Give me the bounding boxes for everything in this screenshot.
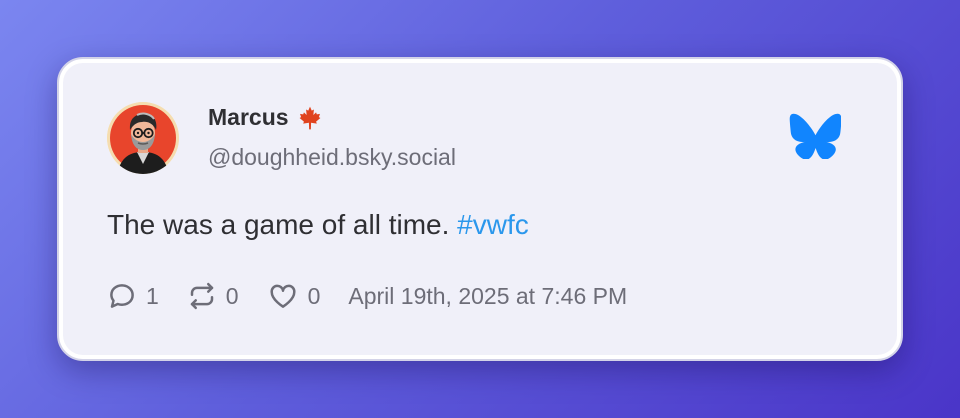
post-footer: 1 0 0 April 19th, 2025 at 7:46 PM	[107, 281, 627, 311]
post-text: The was a game of all time. #vwfc	[107, 209, 529, 241]
avatar-image	[107, 102, 179, 174]
repost-count: 0	[225, 282, 239, 309]
reply-icon	[110, 284, 134, 308]
avatar[interactable]	[107, 102, 179, 174]
repost-icon	[190, 282, 214, 310]
hashtag-link[interactable]: #vwfc	[457, 209, 529, 240]
post-card[interactable]: Marcus @doughheid.bsky.social The was a …	[57, 57, 903, 361]
reply-button[interactable]: 1	[107, 281, 159, 311]
like-count: 0	[307, 282, 321, 309]
author-display-name[interactable]: Marcus	[208, 104, 289, 131]
repost-button[interactable]: 0	[187, 281, 239, 311]
post-timestamp[interactable]: April 19th, 2025 at 7:46 PM	[348, 283, 627, 310]
author-handle[interactable]: @doughheid.bsky.social	[208, 144, 456, 171]
like-button[interactable]: 0	[267, 281, 321, 311]
post-body-text: The was a game of all time.	[107, 209, 450, 240]
heart-icon	[270, 284, 296, 308]
reply-count: 1	[146, 282, 159, 309]
author-name-row[interactable]: Marcus	[208, 104, 323, 131]
bluesky-butterfly-icon[interactable]	[789, 113, 842, 160]
maple-leaf-icon	[297, 105, 323, 131]
